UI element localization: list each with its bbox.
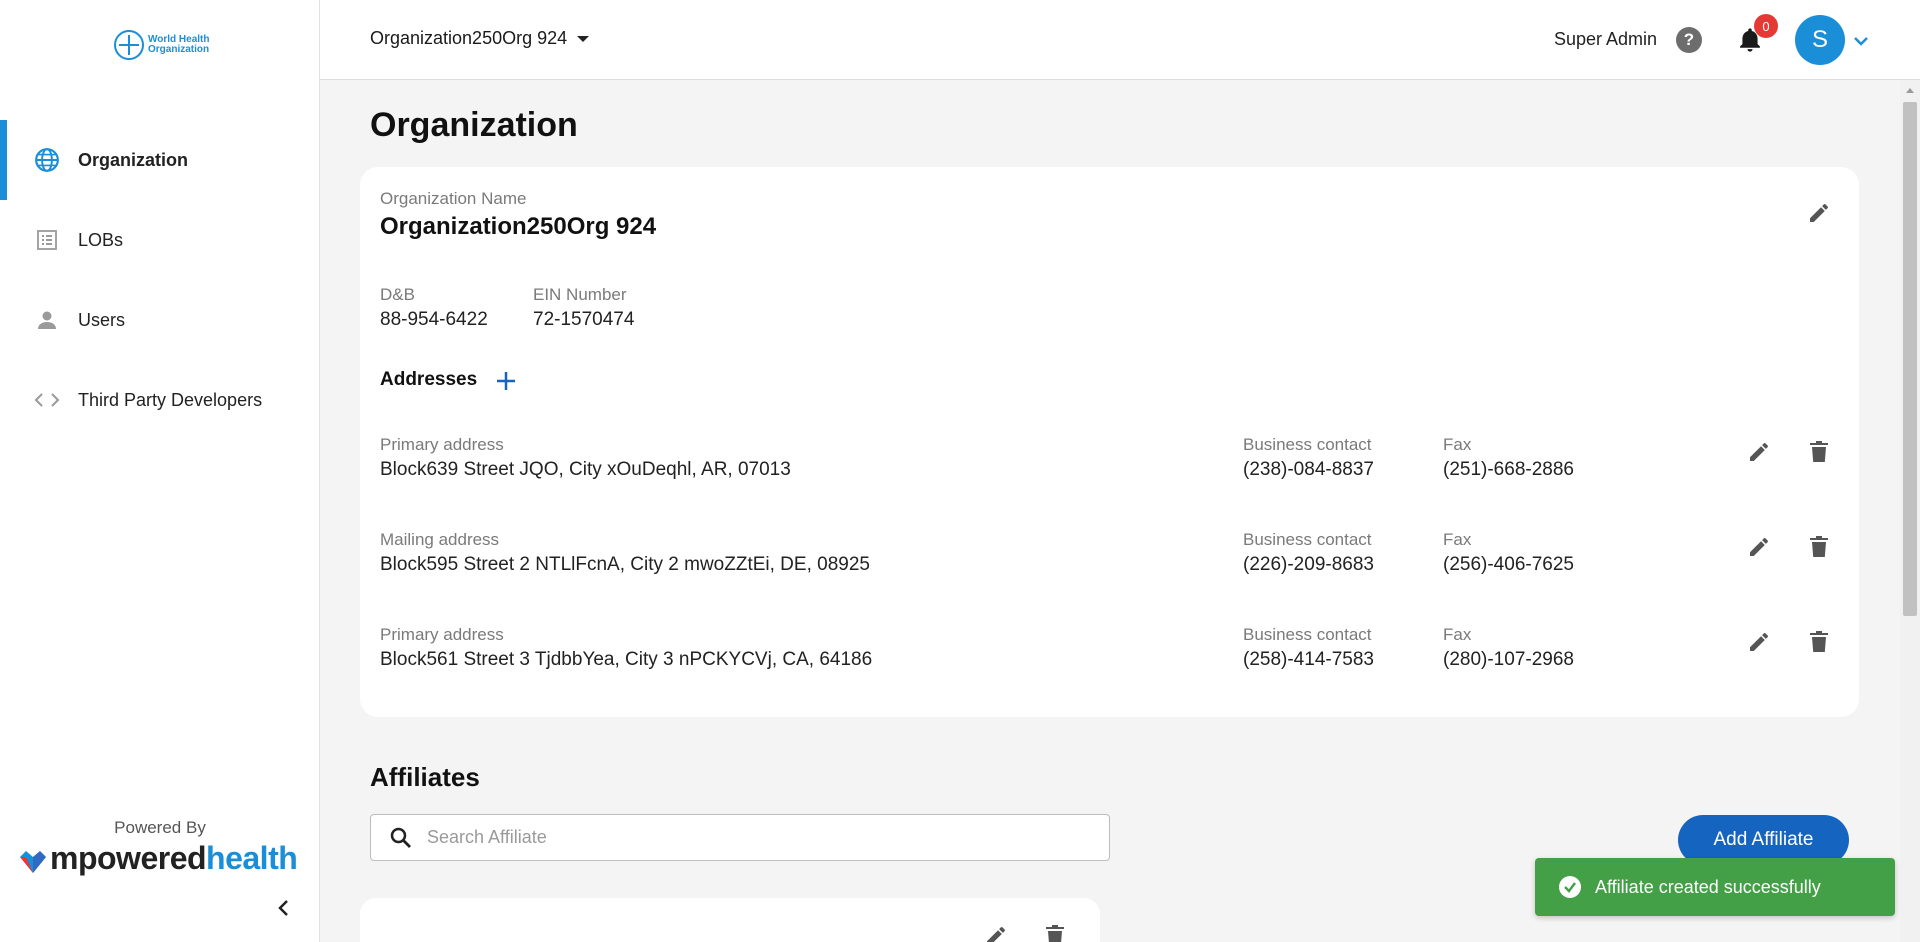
address-value: Block595 Street 2 NTLlFcnA, City 2 mwoZZ… [380, 554, 870, 575]
trash-icon [1810, 441, 1828, 462]
user-role-label: Super Admin [1554, 29, 1658, 49]
ein-label: EIN Number [533, 285, 627, 304]
help-icon[interactable]: ? [1676, 27, 1702, 53]
sidebar-item-organization[interactable]: Organization [0, 120, 320, 200]
fax-label: Fax [1443, 625, 1472, 644]
person-icon [34, 307, 60, 333]
pencil-icon [1750, 442, 1768, 461]
who-logo: World Health Organization [114, 30, 209, 60]
sidebar-item-label: Users [78, 309, 126, 330]
who-emblem-icon [114, 30, 144, 60]
org-name-label: Organization Name [380, 189, 527, 208]
globe-icon [34, 147, 60, 173]
trash-icon [1046, 925, 1064, 942]
sidebar-item-lobs[interactable]: LOBs [0, 200, 320, 280]
address-value: Block639 Street JQO, City xOuDeqhl, AR, … [380, 459, 791, 480]
address-type-label: Primary address [380, 625, 504, 644]
edit-affiliate-button[interactable] [980, 920, 1012, 942]
list-icon [34, 227, 60, 253]
business-contact-value: (226)-209-8683 [1243, 554, 1374, 575]
edit-address-button[interactable] [1743, 436, 1775, 468]
search-icon [390, 827, 411, 848]
fax-value: (256)-406-7625 [1443, 554, 1574, 575]
brand-text-1: mpowered [50, 840, 207, 876]
affiliate-card [360, 898, 1100, 942]
delete-address-button[interactable] [1803, 531, 1835, 563]
delete-address-button[interactable] [1803, 436, 1835, 468]
sidebar-item-label: Third Party Developers [78, 389, 263, 410]
edit-address-button[interactable] [1743, 626, 1775, 658]
mpoweredhealth-logo: mpowered health [18, 840, 298, 877]
sidebar-item-users[interactable]: Users [0, 280, 320, 360]
mpowered-logo-icon [18, 846, 48, 873]
dnb-value: 88-954-6422 [380, 309, 488, 330]
sidebar: World Health Organization Organization L… [0, 0, 320, 942]
business-contact-label: Business contact [1243, 530, 1372, 549]
check-circle-icon [1559, 876, 1581, 898]
add-address-button[interactable] [492, 367, 520, 395]
organization-selector-label: Organization250Org 924 [370, 28, 568, 48]
trash-icon [1810, 631, 1828, 652]
topbar: Organization250Org 924 Super Admin ? 0 S [320, 0, 1920, 80]
pencil-icon [987, 926, 1005, 942]
business-contact-label: Business contact [1243, 435, 1372, 454]
toast-message: Affiliate created successfully [1595, 876, 1821, 897]
powered-by-label: Powered By [114, 818, 206, 837]
plus-icon [497, 372, 515, 390]
affiliate-search-input[interactable] [427, 827, 1067, 848]
avatar[interactable]: S [1795, 15, 1845, 65]
business-contact-value: (238)-084-8837 [1243, 459, 1374, 480]
address-type-label: Mailing address [380, 530, 500, 549]
scroll-up-arrow-icon[interactable] [1906, 88, 1914, 93]
pencil-icon [1750, 537, 1768, 556]
fax-value: (251)-668-2886 [1443, 459, 1574, 480]
edit-organization-button[interactable] [1803, 197, 1835, 229]
page-title: Organization [370, 106, 578, 144]
collapse-sidebar-button[interactable] [272, 896, 296, 920]
organization-selector[interactable]: Organization250Org 924 [370, 28, 590, 49]
affiliates-heading: Affiliates [370, 762, 480, 792]
success-toast: Affiliate created successfully [1535, 858, 1895, 916]
pencil-icon [1750, 632, 1768, 651]
pencil-icon [1810, 203, 1828, 222]
org-name-value: Organization250Org 924 [380, 213, 657, 240]
caret-down-icon [577, 35, 590, 42]
delete-address-button[interactable] [1803, 626, 1835, 658]
logo-line-2: Organization [148, 44, 210, 55]
addresses-heading: Addresses [380, 369, 478, 390]
sidebar-item-third-party-developers[interactable]: Third Party Developers [0, 360, 320, 440]
scrollbar-thumb[interactable] [1903, 102, 1917, 616]
delete-affiliate-button[interactable] [1039, 920, 1071, 942]
fax-label: Fax [1443, 435, 1472, 454]
brand-text-2: health [206, 840, 298, 876]
sidebar-item-label: LOBs [78, 229, 124, 250]
sidebar-item-label: Organization [78, 149, 189, 170]
business-contact-label: Business contact [1243, 625, 1372, 644]
chevron-down-icon [1854, 37, 1868, 46]
chevron-left-icon [278, 900, 288, 916]
account-menu-button[interactable] [1852, 32, 1870, 50]
organization-card: Organization Name Organization250Org 924… [360, 167, 1859, 717]
edit-address-button[interactable] [1743, 531, 1775, 563]
page-scrollbar[interactable] [1900, 80, 1920, 942]
fax-label: Fax [1443, 530, 1472, 549]
dnb-label: D&B [380, 285, 415, 304]
code-icon [34, 387, 60, 413]
address-value: Block561 Street 3 TjdbbYea, City 3 nPCKY… [380, 649, 873, 670]
business-contact-value: (258)-414-7583 [1243, 649, 1374, 670]
affiliate-search-box[interactable] [370, 814, 1110, 861]
fax-value: (280)-107-2968 [1443, 649, 1574, 670]
notification-count-badge: 0 [1754, 14, 1778, 38]
ein-value: 72-1570474 [533, 309, 635, 330]
address-type-label: Primary address [380, 435, 504, 454]
trash-icon [1810, 536, 1828, 557]
